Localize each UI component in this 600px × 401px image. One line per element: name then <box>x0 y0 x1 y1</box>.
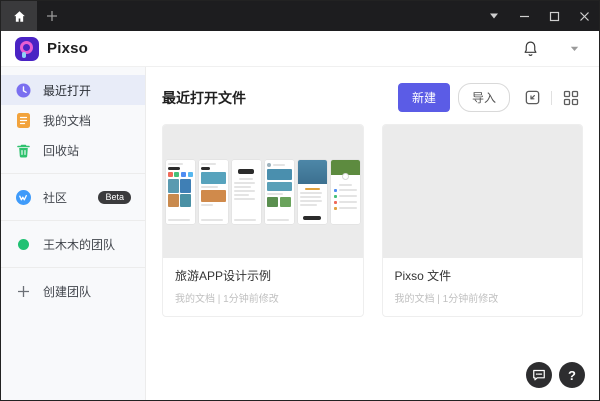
bell-icon <box>522 40 539 57</box>
team-dot-icon <box>15 236 31 252</box>
close-icon <box>579 11 590 22</box>
sidebar-item-team[interactable]: 王木木的团队 <box>1 229 145 259</box>
home-icon <box>13 10 26 23</box>
sidebar-item-label: 我的文档 <box>43 112 131 129</box>
page-title: 最近打开文件 <box>162 88 246 108</box>
pixso-app-window: Pixso 最近打开 我的文档 <box>0 0 600 401</box>
notification-bell-button[interactable] <box>516 35 544 63</box>
beta-badge: Beta <box>98 191 131 204</box>
sidebar-item-trash[interactable]: 回收站 <box>1 135 145 165</box>
floating-buttons: ? <box>526 362 585 388</box>
file-card-grid: 旅游APP设计示例 我的文档 | 1分钟前修改 Pixso 文件 我的文档 | … <box>162 124 583 317</box>
file-meta: 我的文档 | 1分钟前修改 <box>395 290 571 305</box>
new-file-button[interactable]: 新建 <box>398 83 450 112</box>
sidebar-divider <box>1 220 145 221</box>
menu-dropdown-button[interactable] <box>479 1 509 31</box>
app-header: Pixso <box>1 31 599 67</box>
file-thumbnail <box>383 125 583 258</box>
sidebar-item-community[interactable]: 社区 Beta <box>1 182 145 212</box>
plus-icon <box>15 283 31 299</box>
question-mark-icon: ? <box>568 368 576 383</box>
sidebar-item-label: 最近打开 <box>43 82 131 99</box>
app-name: Pixso <box>47 40 88 57</box>
content-header: 最近打开文件 新建 导入 <box>162 83 583 112</box>
sidebar-item-recent[interactable]: 最近打开 <box>1 75 145 105</box>
pixso-logo-icon[interactable] <box>15 37 39 61</box>
document-icon <box>15 112 31 128</box>
help-button[interactable]: ? <box>559 362 585 388</box>
feedback-button[interactable] <box>526 362 552 388</box>
import-button[interactable]: 导入 <box>458 83 510 112</box>
sidebar-item-label: 社区 <box>43 189 98 206</box>
minimize-icon <box>519 11 530 22</box>
sidebar-divider <box>1 173 145 174</box>
sidebar-item-label: 回收站 <box>43 142 131 159</box>
file-title: 旅游APP设计示例 <box>175 267 351 284</box>
dropdown-triangle-icon <box>489 12 499 20</box>
new-tab-button[interactable] <box>37 1 67 31</box>
minimize-button[interactable] <box>509 1 539 31</box>
account-menu-button[interactable] <box>570 44 579 54</box>
sidebar-item-my-documents[interactable]: 我的文档 <box>1 105 145 135</box>
maximize-button[interactable] <box>539 1 569 31</box>
plus-icon <box>46 10 58 22</box>
trash-icon <box>15 142 31 158</box>
sidebar-divider <box>1 267 145 268</box>
clock-icon <box>15 82 31 98</box>
chat-bubble-icon <box>532 368 546 382</box>
titlebar <box>1 1 599 31</box>
file-meta: 我的文档 | 1分钟前修改 <box>175 290 351 305</box>
sidebar: 最近打开 我的文档 回收站 社区 Beta <box>1 67 146 400</box>
main-content: 最近打开文件 新建 导入 <box>146 67 599 400</box>
grid-view-icon[interactable] <box>559 86 583 110</box>
sidebar-item-label: 创建团队 <box>43 283 131 300</box>
import-file-icon[interactable] <box>520 86 544 110</box>
file-card-pixso-file[interactable]: Pixso 文件 我的文档 | 1分钟前修改 <box>382 124 584 317</box>
maximize-icon <box>549 11 560 22</box>
community-icon <box>15 189 31 205</box>
close-button[interactable] <box>569 1 599 31</box>
sidebar-item-label: 王木木的团队 <box>43 236 131 253</box>
file-card-travel-app[interactable]: 旅游APP设计示例 我的文档 | 1分钟前修改 <box>162 124 364 317</box>
sidebar-item-create-team[interactable]: 创建团队 <box>1 276 145 306</box>
caret-down-icon <box>570 46 579 52</box>
file-card-label: Pixso 文件 我的文档 | 1分钟前修改 <box>383 258 583 316</box>
home-tab[interactable] <box>1 1 37 31</box>
file-title: Pixso 文件 <box>395 267 571 284</box>
toolbar-separator <box>551 91 552 105</box>
file-thumbnail <box>163 125 363 258</box>
file-card-label: 旅游APP设计示例 我的文档 | 1分钟前修改 <box>163 258 363 316</box>
